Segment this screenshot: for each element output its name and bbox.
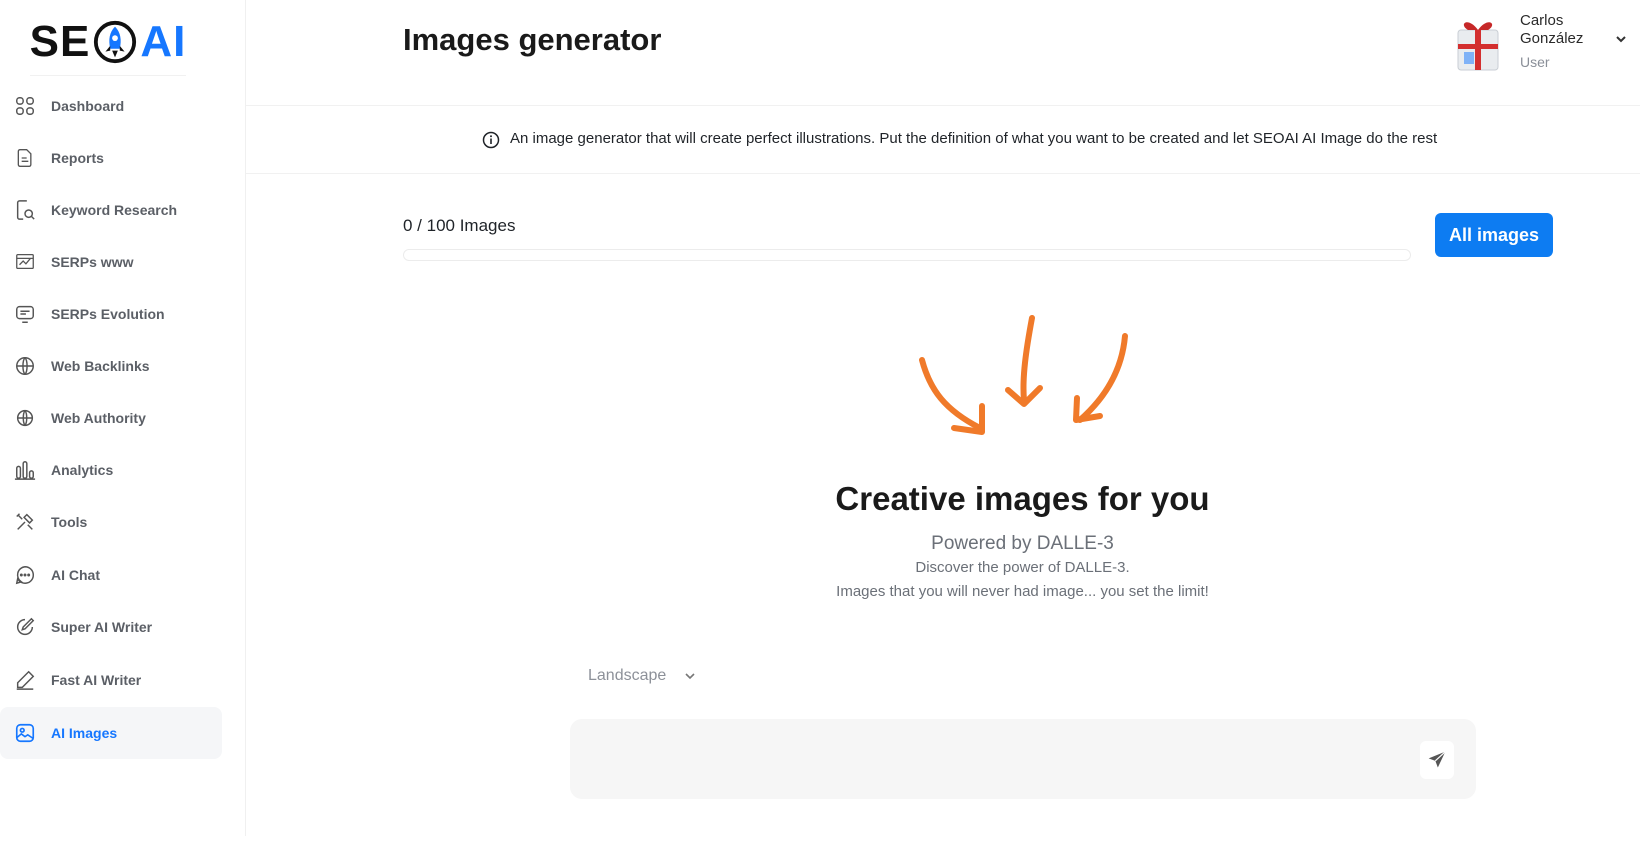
hero-title: Creative images for you bbox=[835, 480, 1210, 517]
sidebar-item-label: Dashboard bbox=[51, 98, 125, 114]
avatar[interactable] bbox=[1450, 12, 1506, 74]
usage-progress-bar bbox=[403, 249, 1411, 261]
chevron-down-icon[interactable] bbox=[1614, 32, 1628, 46]
grid-icon bbox=[13, 94, 37, 118]
bar-chart-icon bbox=[13, 458, 37, 482]
sidebar-item-label: Fast AI Writer bbox=[51, 672, 142, 688]
user-menu[interactable]: Carlos González User bbox=[1450, 10, 1640, 76]
hero-subtitle: Powered by DALLE-3 bbox=[931, 533, 1114, 554]
sidebar-item-label: SERPs www bbox=[51, 254, 134, 270]
sidebar-item-label: Web Backlinks bbox=[51, 358, 150, 374]
arrow-left-icon bbox=[919, 357, 983, 431]
info-bar: An image generator that will create perf… bbox=[246, 106, 1640, 174]
sidebar-item-serps-evolution[interactable]: SERPs Evolution bbox=[0, 288, 222, 340]
sidebar-item-dashboard[interactable]: Dashboard bbox=[0, 80, 222, 132]
serps-icon bbox=[13, 250, 37, 274]
sidebar-item-label: Super AI Writer bbox=[51, 619, 153, 635]
sidebar-item-serps-www[interactable]: SERPs www bbox=[0, 236, 222, 288]
user-role: User bbox=[1520, 54, 1550, 70]
sidebar-item-label: Keyword Research bbox=[51, 202, 178, 218]
monitor-icon bbox=[13, 302, 37, 326]
info-icon bbox=[482, 131, 500, 149]
header: Images generator Carlos González User bbox=[246, 0, 1640, 106]
prompt-input[interactable] bbox=[590, 739, 1380, 779]
all-images-button[interactable]: All images bbox=[1435, 213, 1553, 257]
sidebar-item-super-ai-writer[interactable]: Super AI Writer bbox=[0, 601, 222, 653]
sidebar-item-keyword-research[interactable]: Keyword Research bbox=[0, 184, 222, 236]
sidebar-item-web-backlinks[interactable]: Web Backlinks bbox=[0, 340, 222, 392]
orientation-select[interactable]: Landscape bbox=[588, 662, 718, 690]
arrow-right-icon bbox=[1077, 333, 1128, 423]
arrow-center-icon bbox=[1020, 315, 1035, 403]
sidebar-item-ai-images[interactable]: AI Images bbox=[0, 707, 222, 759]
user-name: Carlos González bbox=[1520, 12, 1584, 47]
globe-icon bbox=[13, 354, 37, 378]
logo[interactable]: SE AI bbox=[30, 8, 186, 76]
sidebar-item-reports[interactable]: Reports bbox=[0, 132, 222, 184]
globe-lock-icon bbox=[13, 406, 37, 430]
sidebar-item-fast-ai-writer[interactable]: Fast AI Writer bbox=[0, 654, 222, 706]
image-icon bbox=[13, 721, 37, 745]
sidebar-item-label: Reports bbox=[51, 150, 104, 166]
logo-text: SE AI bbox=[29, 16, 187, 66]
prompt-box bbox=[570, 719, 1476, 799]
arrows-illustration bbox=[919, 315, 1128, 435]
document-icon bbox=[13, 146, 37, 170]
info-text: An image generator that will create perf… bbox=[510, 130, 1438, 147]
sidebar-item-label: SERPs Evolution bbox=[51, 306, 165, 322]
hero-description-line1: Discover the power of DALLE-3. bbox=[915, 559, 1130, 576]
page-title: Images generator bbox=[403, 22, 662, 57]
sidebar-item-label: Analytics bbox=[51, 462, 114, 478]
send-button[interactable] bbox=[1420, 741, 1454, 779]
image-counter: 0 / 100 Images bbox=[403, 216, 516, 235]
sidebar-item-web-authority[interactable]: Web Authority bbox=[0, 392, 222, 444]
sidebar-item-label: AI Images bbox=[51, 725, 118, 741]
hero-description-line2: Images that you will never had image... … bbox=[836, 583, 1209, 600]
search-document-icon bbox=[13, 198, 37, 222]
sidebar-item-label: Web Authority bbox=[51, 410, 146, 426]
chevron-down-icon bbox=[685, 673, 695, 680]
orientation-select-value: Landscape bbox=[588, 667, 667, 684]
pen-circle-icon bbox=[13, 615, 37, 639]
rocket-icon bbox=[94, 20, 137, 63]
send-icon bbox=[1428, 751, 1446, 768]
pencil-icon bbox=[13, 668, 37, 692]
sidebar: SE AI Dashboard Reports Keyword Research… bbox=[0, 0, 246, 836]
